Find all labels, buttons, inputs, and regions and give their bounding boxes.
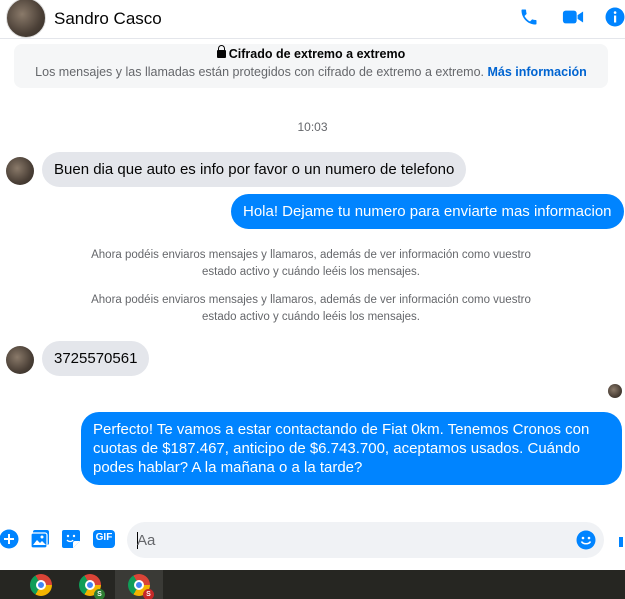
lock-icon	[216, 45, 226, 58]
phone-icon[interactable]	[518, 6, 540, 28]
outgoing-message[interactable]: Hola! Dejame tu numero para enviarte mas…	[231, 194, 624, 229]
info-icon[interactable]	[604, 6, 625, 28]
taskbar-chrome-1[interactable]	[17, 570, 65, 599]
chrome-icon	[30, 573, 52, 596]
message-timestamp: 10:03	[297, 120, 328, 134]
header-divider	[0, 38, 625, 39]
contact-name[interactable]: Sandro Casco	[54, 9, 162, 29]
system-message: Ahora podéis enviaros mensajes y llamaro…	[91, 294, 531, 323]
message-composer: GIF	[0, 518, 625, 562]
chrome-icon: S	[79, 573, 105, 599]
more-info-link[interactable]: Más información	[488, 65, 587, 79]
sender-avatar[interactable]	[6, 346, 34, 374]
encryption-title-text: Cifrado de extremo a extremo	[228, 47, 406, 61]
contact-avatar[interactable]	[6, 0, 46, 38]
chat-header: Sandro Casco	[0, 0, 625, 38]
sticker-icon[interactable]	[61, 529, 81, 549]
encryption-title: Cifrado de extremo a extremo	[14, 45, 608, 61]
plus-icon[interactable]	[0, 529, 19, 549]
gif-icon[interactable]: GIF	[93, 529, 115, 549]
encryption-body: Los mensajes y las llamadas están proteg…	[35, 65, 485, 79]
taskbar-chrome-2[interactable]: S	[66, 570, 114, 599]
messenger-window: Sandro Casco Cifrado de extremo a extrem…	[0, 0, 625, 599]
video-icon[interactable]	[562, 6, 584, 28]
message-input-box[interactable]	[127, 522, 604, 558]
incoming-message[interactable]: Buen dia que auto es info por favor o un…	[42, 152, 467, 187]
system-message: Ahora podéis enviaros mensajes y llamaro…	[91, 249, 531, 278]
emoji-icon[interactable]	[576, 530, 596, 550]
encryption-notice: Cifrado de extremo a extremo Los mensaje…	[14, 44, 608, 88]
message-input[interactable]	[137, 522, 567, 558]
read-receipt-avatar	[608, 384, 622, 398]
like-icon[interactable]	[614, 529, 625, 549]
image-icon[interactable]	[30, 529, 50, 549]
taskbar-chrome-3[interactable]: S	[115, 570, 163, 599]
profile-badge: S	[143, 588, 154, 599]
chrome-icon: S	[128, 573, 154, 599]
gif-label: GIF	[95, 532, 113, 543]
encryption-text: Los mensajes y las llamadas están proteg…	[14, 65, 608, 79]
profile-badge: S	[94, 588, 105, 599]
outgoing-message[interactable]: Perfecto! Te vamos a estar contactando d…	[81, 412, 622, 485]
sender-avatar[interactable]	[6, 157, 34, 185]
os-taskbar: S S	[0, 570, 625, 599]
incoming-message[interactable]: 3725570561	[42, 341, 150, 376]
